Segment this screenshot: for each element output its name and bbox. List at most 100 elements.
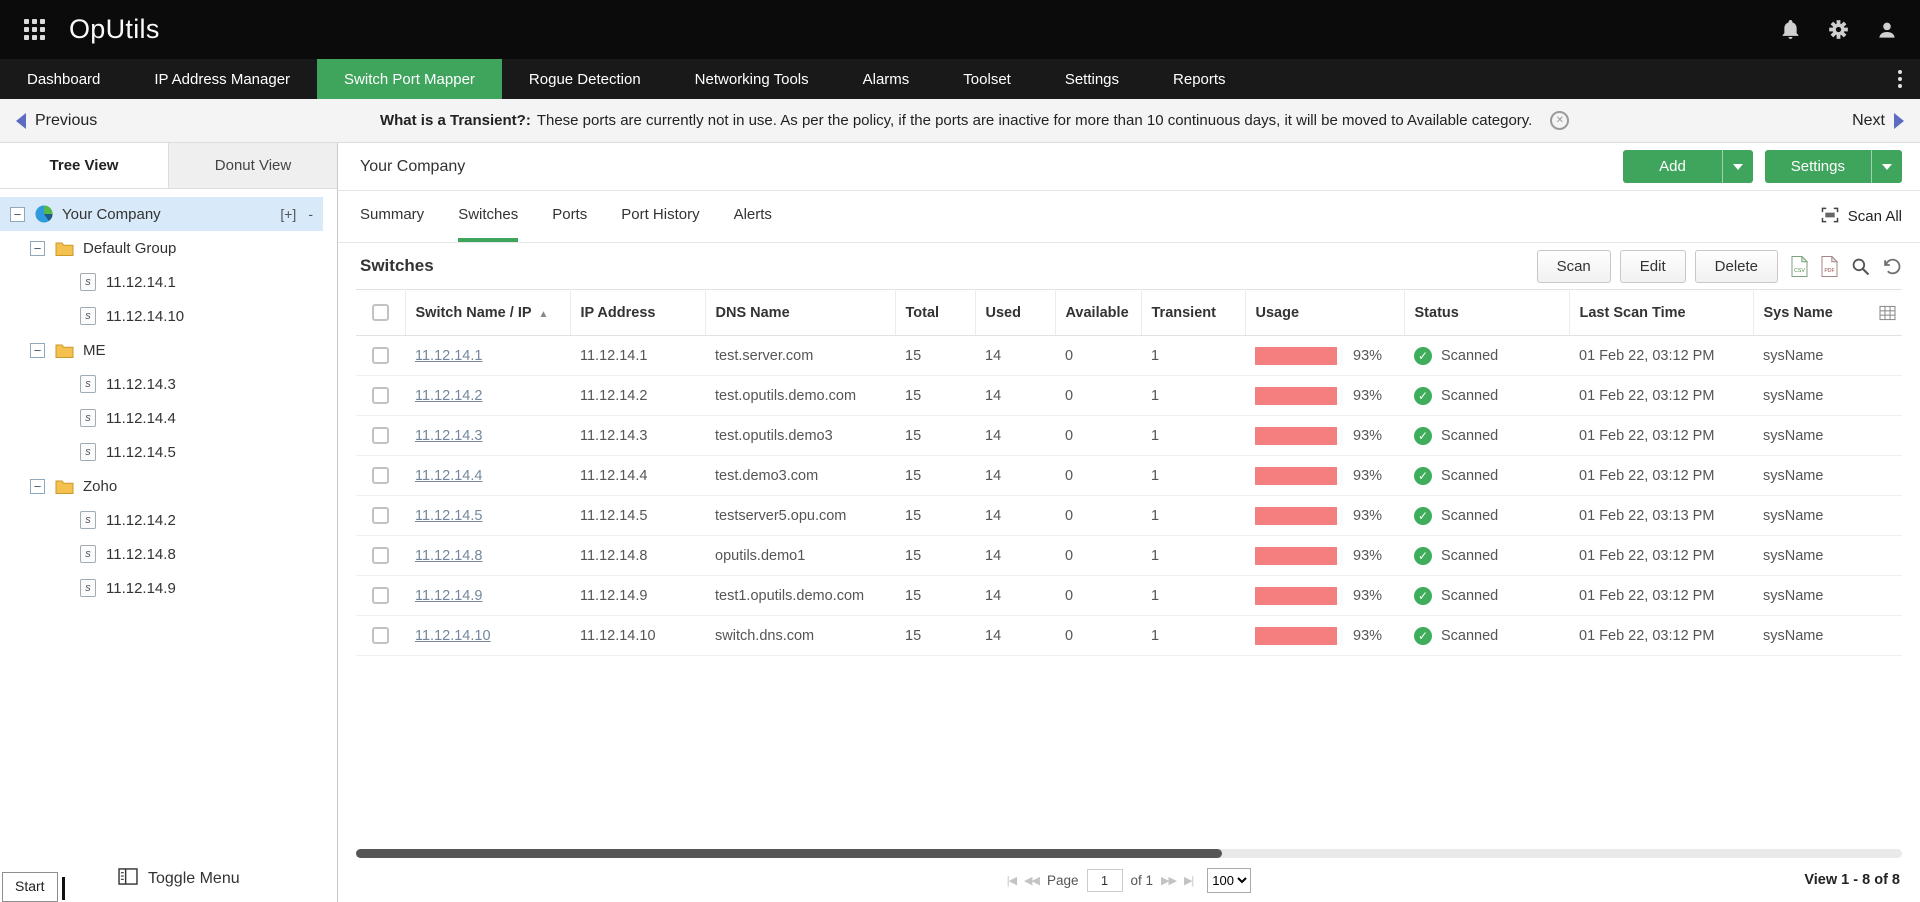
notifications-bell-icon[interactable] (1782, 20, 1799, 39)
collapse-toggle-icon[interactable]: − (30, 479, 45, 494)
switch-name-link[interactable]: 11.12.14.10 (415, 628, 491, 644)
tree-item-zoho[interactable]: −Zoho (0, 469, 337, 503)
delete-button[interactable]: Delete (1695, 250, 1778, 283)
next-button[interactable]: Next (1852, 112, 1904, 130)
tab-port-history[interactable]: Port History (621, 191, 699, 242)
last-page-icon[interactable]: ▶| (1184, 874, 1193, 887)
select-all-checkbox[interactable] (372, 304, 389, 321)
available-cell: 0 (1055, 576, 1141, 616)
collapse-toggle-icon[interactable]: − (30, 343, 45, 358)
nav-item-alarms[interactable]: Alarms (836, 59, 937, 99)
switch-name-link[interactable]: 11.12.14.4 (415, 468, 482, 484)
col-header-last-scan-time[interactable]: Last Scan Time (1569, 290, 1753, 336)
col-header-total[interactable]: Total (895, 290, 975, 336)
tab-alerts[interactable]: Alerts (734, 191, 772, 242)
total-cell: 15 (895, 616, 975, 656)
available-cell: 0 (1055, 536, 1141, 576)
tree-item-11-12-14-2[interactable]: s11.12.14.2 (0, 503, 337, 537)
refresh-icon[interactable] (1883, 257, 1902, 276)
tree-item-11-12-14-5[interactable]: s11.12.14.5 (0, 435, 337, 469)
row-checkbox[interactable] (372, 467, 389, 484)
tree-item-me[interactable]: −ME (0, 333, 337, 367)
tree-item-your-company[interactable]: − Your Company [+] - (0, 197, 323, 231)
col-header-status[interactable]: Status (1404, 290, 1569, 336)
admin-gear-icon[interactable] (1829, 20, 1848, 39)
add-group-control[interactable]: [+] (280, 206, 296, 222)
dismiss-notice-icon[interactable]: ✕ (1550, 111, 1569, 130)
tab-ports[interactable]: Ports (552, 191, 587, 242)
switch-name-link[interactable]: 11.12.14.2 (415, 388, 482, 404)
apps-grid-icon[interactable] (24, 19, 45, 40)
scan-all-button[interactable]: Scan All (1821, 207, 1902, 227)
col-header-dns-name[interactable]: DNS Name (705, 290, 895, 336)
tree-item-11-12-14-10[interactable]: s11.12.14.10 (0, 299, 337, 333)
export-pdf-icon[interactable]: PDF (1821, 256, 1838, 277)
status-cell: ✓Scanned (1404, 496, 1569, 536)
scan-button[interactable]: Scan (1537, 250, 1611, 283)
tree-item-11-12-14-9[interactable]: s11.12.14.9 (0, 571, 337, 605)
tab-summary[interactable]: Summary (360, 191, 424, 242)
tab-tree-view[interactable]: Tree View (0, 143, 168, 188)
row-checkbox[interactable] (372, 547, 389, 564)
section-title: Switches (360, 256, 434, 276)
switch-name-link[interactable]: 11.12.14.5 (415, 508, 482, 524)
add-dropdown-button[interactable] (1722, 150, 1753, 183)
next-page-icon[interactable]: ▶▶ (1161, 874, 1176, 887)
tree-item-11-12-14-1[interactable]: s11.12.14.1 (0, 265, 337, 299)
nav-item-settings[interactable]: Settings (1038, 59, 1146, 99)
switch-name-link[interactable]: 11.12.14.9 (415, 588, 482, 604)
start-button[interactable]: Start (2, 872, 58, 902)
row-checkbox[interactable] (372, 507, 389, 524)
previous-button[interactable]: Previous (16, 112, 97, 130)
switch-name-link[interactable]: 11.12.14.8 (415, 548, 482, 564)
nav-item-reports[interactable]: Reports (1146, 59, 1253, 99)
col-header-available[interactable]: Available (1055, 290, 1141, 336)
tree-item-11-12-14-8[interactable]: s11.12.14.8 (0, 537, 337, 571)
nav-item-switch-port-mapper[interactable]: Switch Port Mapper (317, 59, 502, 99)
col-header-used[interactable]: Used (975, 290, 1055, 336)
edit-button[interactable]: Edit (1620, 250, 1686, 283)
col-header-transient[interactable]: Transient (1141, 290, 1245, 336)
toggle-menu-button[interactable]: Toggle Menu (118, 868, 240, 890)
nav-item-dashboard[interactable]: Dashboard (0, 59, 127, 99)
nav-item-rogue-detection[interactable]: Rogue Detection (502, 59, 668, 99)
tree-item-11-12-14-3[interactable]: s11.12.14.3 (0, 367, 337, 401)
switch-name-link[interactable]: 11.12.14.1 (415, 348, 482, 364)
dns-name-cell: test.server.com (705, 336, 895, 376)
first-page-icon[interactable]: |◀ (1007, 874, 1016, 887)
collapse-toggle-icon[interactable]: − (30, 241, 45, 256)
tab-switches[interactable]: Switches (458, 191, 518, 242)
tab-donut-view[interactable]: Donut View (168, 143, 337, 188)
search-icon[interactable] (1851, 257, 1870, 276)
row-checkbox[interactable] (372, 387, 389, 404)
col-header-usage[interactable]: Usage (1245, 290, 1404, 336)
tree-item-default-group[interactable]: −Default Group (0, 231, 337, 265)
col-header-ip-address[interactable]: IP Address (570, 290, 705, 336)
page-size-select[interactable]: 100 (1207, 868, 1251, 893)
col-header-switch-name[interactable]: Switch Name / IP▲ (405, 290, 570, 336)
nav-overflow-icon[interactable] (1880, 59, 1920, 99)
settings-button[interactable]: Settings (1765, 150, 1871, 183)
col-header-sys-name[interactable]: Sys Name (1753, 290, 1902, 336)
horizontal-scrollbar[interactable] (356, 849, 1902, 858)
export-csv-icon[interactable]: CSV (1791, 256, 1808, 277)
settings-dropdown-button[interactable] (1871, 150, 1902, 183)
prev-page-icon[interactable]: ◀◀ (1024, 874, 1039, 887)
page-input[interactable] (1087, 869, 1123, 892)
nav-item-toolset[interactable]: Toolset (936, 59, 1038, 99)
row-checkbox[interactable] (372, 347, 389, 364)
row-checkbox[interactable] (372, 587, 389, 604)
remove-group-control[interactable]: - (308, 206, 313, 222)
nav-item-networking-tools[interactable]: Networking Tools (668, 59, 836, 99)
collapse-toggle-icon[interactable]: − (10, 207, 25, 222)
add-button[interactable]: Add (1623, 150, 1722, 183)
scrollbar-thumb[interactable] (356, 849, 1222, 858)
column-chooser-icon[interactable] (1879, 305, 1896, 320)
nav-item-ip-address-manager[interactable]: IP Address Manager (127, 59, 317, 99)
row-checkbox[interactable] (372, 427, 389, 444)
sort-asc-icon[interactable]: ▲ (539, 309, 549, 320)
user-profile-icon[interactable] (1878, 21, 1896, 39)
row-checkbox[interactable] (372, 627, 389, 644)
tree-item-11-12-14-4[interactable]: s11.12.14.4 (0, 401, 337, 435)
switch-name-link[interactable]: 11.12.14.3 (415, 428, 482, 444)
